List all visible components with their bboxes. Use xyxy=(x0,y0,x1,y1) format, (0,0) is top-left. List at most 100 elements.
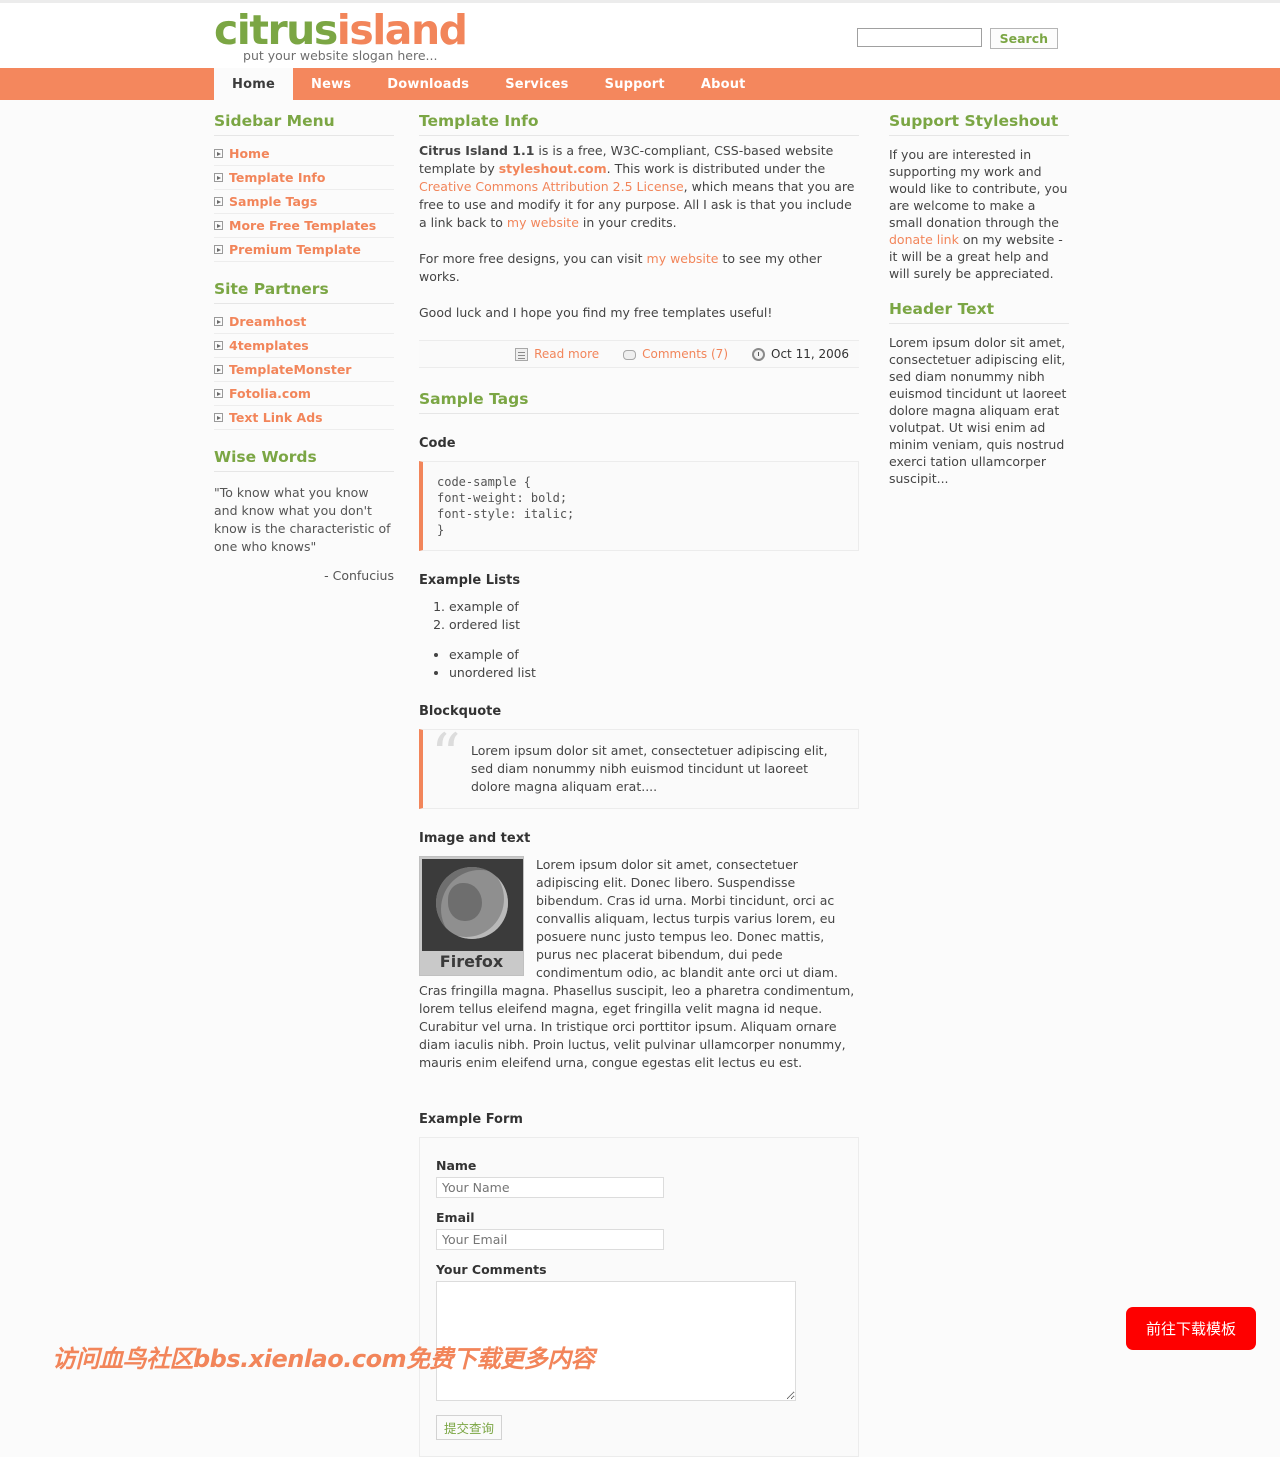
sidebar-item-sample-tags[interactable]: Sample Tags xyxy=(214,190,394,214)
comments-label: Your Comments xyxy=(436,1262,547,1277)
ordered-list: example of ordered list xyxy=(437,598,859,634)
search-input[interactable] xyxy=(856,28,982,47)
intro-text-4: in your credits. xyxy=(578,215,677,230)
site-partners-list: Dreamhost 4templates TemplateMonster Fot… xyxy=(214,310,394,430)
example-lists-heading: Example Lists xyxy=(419,573,521,588)
my-website-link-2[interactable]: my website xyxy=(647,251,719,266)
read-more-link[interactable]: Read more xyxy=(534,347,599,361)
partner-item-templatemonster[interactable]: TemplateMonster xyxy=(214,358,394,382)
styleshout-link[interactable]: styleshout.com xyxy=(499,161,607,176)
comment-bubble-icon xyxy=(623,350,637,360)
arrow-square-icon xyxy=(214,317,223,326)
intro-text-2: . This work is distributed under the xyxy=(606,161,826,176)
my-website-link[interactable]: my website xyxy=(507,215,579,230)
list-item: unordered list xyxy=(449,664,859,682)
site-header: citrusisland put your website slogan her… xyxy=(0,0,1280,68)
example-form-heading: Example Form xyxy=(419,1112,523,1127)
support-text-1: If you are interested in supporting my w… xyxy=(889,147,1068,230)
right-sidebar: Support Styleshout If you are interested… xyxy=(889,100,1069,505)
sidebar-item-label[interactable]: More Free Templates xyxy=(229,218,376,233)
code-sample-block: code-sample { font-weight: bold; font-st… xyxy=(419,461,859,551)
read-more-item[interactable]: Read more xyxy=(515,347,599,361)
logo-text-citrus: citrus xyxy=(214,6,338,54)
wise-words-quote: "To know what you know and know what you… xyxy=(214,485,391,554)
nav-item-about[interactable]: About xyxy=(683,68,764,100)
intro-paragraph: Citrus Island 1.1 is is a free, W3C-comp… xyxy=(419,142,859,232)
nav-item-support[interactable]: Support xyxy=(587,68,683,100)
support-paragraph: If you are interested in supporting my w… xyxy=(889,146,1069,282)
nav-item-home[interactable]: Home xyxy=(214,68,293,100)
arrow-square-icon xyxy=(214,149,223,158)
nav-item-news[interactable]: News xyxy=(293,68,369,100)
partner-item-label[interactable]: Fotolia.com xyxy=(229,386,311,401)
sidebar-item-home[interactable]: Home xyxy=(214,142,394,166)
arrow-square-icon xyxy=(214,245,223,254)
sidebar-menu-title: Sidebar Menu xyxy=(214,112,394,136)
logo-text-island: island xyxy=(336,6,468,54)
arrow-square-icon xyxy=(214,413,223,422)
arrow-square-icon xyxy=(214,365,223,374)
header-text-paragraph: Lorem ipsum dolor sit amet, consectetuer… xyxy=(889,335,1067,486)
main-content: Template Info Citrus Island 1.1 is is a … xyxy=(419,100,859,1457)
download-template-button[interactable]: 前往下载模板 xyxy=(1125,1307,1256,1350)
code-heading: Code xyxy=(419,436,456,451)
sidebar-item-label[interactable]: Sample Tags xyxy=(229,194,317,209)
partner-item-fotolia[interactable]: Fotolia.com xyxy=(214,382,394,406)
date-item: Oct 11, 2006 xyxy=(752,347,849,361)
name-label: Name xyxy=(436,1158,477,1173)
example-form: Name Email Your Comments 提交查询 xyxy=(419,1137,859,1457)
donate-link[interactable]: donate link xyxy=(889,232,959,247)
site-slogan: put your website slogan here... xyxy=(243,48,438,63)
submit-button[interactable]: 提交查询 xyxy=(436,1415,503,1440)
third-paragraph: Good luck and I hope you find my free te… xyxy=(419,305,773,320)
partner-item-text-link-ads[interactable]: Text Link Ads xyxy=(214,406,394,430)
post-date: Oct 11, 2006 xyxy=(771,347,849,361)
search-button[interactable]: Search xyxy=(989,28,1058,49)
partner-item-label[interactable]: TemplateMonster xyxy=(229,362,351,377)
site-watermark: 访问血鸟社区bbs.xienlao.com免费下载更多内容 xyxy=(52,1345,595,1373)
firefox-logo-image: Firefox xyxy=(419,856,524,976)
left-sidebar: Sidebar Menu Home Template Info Sample T… xyxy=(214,100,394,596)
sidebar-item-label[interactable]: Template Info xyxy=(229,170,325,185)
unordered-list: example of unordered list xyxy=(437,646,859,682)
firefox-image-label: Firefox xyxy=(439,952,504,971)
name-input[interactable] xyxy=(436,1177,664,1198)
sidebar-item-label[interactable]: Premium Template xyxy=(229,242,361,257)
sidebar-item-label[interactable]: Home xyxy=(229,146,270,161)
arrow-square-icon xyxy=(214,389,223,398)
email-input[interactable] xyxy=(436,1229,664,1250)
sidebar-item-more-free-templates[interactable]: More Free Templates xyxy=(214,214,394,238)
main-navigation: Home News Downloads Services Support Abo… xyxy=(0,68,1280,100)
sidebar-item-premium-template[interactable]: Premium Template xyxy=(214,238,394,262)
arrow-square-icon xyxy=(214,173,223,182)
header-text-title: Header Text xyxy=(889,300,1069,324)
partner-item-4templates[interactable]: 4templates xyxy=(214,334,394,358)
template-name: Citrus Island 1.1 xyxy=(419,143,535,158)
arrow-square-icon xyxy=(214,221,223,230)
comments-link[interactable]: Comments (7) xyxy=(642,347,728,361)
support-styleshout-title: Support Styleshout xyxy=(889,112,1069,136)
partner-item-label[interactable]: 4templates xyxy=(229,338,309,353)
blockquote-block: Lorem ipsum dolor sit amet, consectetuer… xyxy=(419,726,859,809)
partner-item-label[interactable]: Text Link Ads xyxy=(229,410,323,425)
sidebar-item-template-info[interactable]: Template Info xyxy=(214,166,394,190)
comments-item[interactable]: Comments (7) xyxy=(623,347,728,361)
nav-item-services[interactable]: Services xyxy=(487,68,586,100)
arrow-square-icon xyxy=(214,341,223,350)
list-item: ordered list xyxy=(449,616,859,634)
post-meta: Read more Comments (7) Oct 11, 2006 xyxy=(419,340,859,368)
sidebar-menu-list: Home Template Info Sample Tags More Free… xyxy=(214,142,394,262)
partner-item-dreamhost[interactable]: Dreamhost xyxy=(214,310,394,334)
firefox-globe-icon xyxy=(436,867,508,939)
partner-item-label[interactable]: Dreamhost xyxy=(229,314,306,329)
site-logo[interactable]: citrusisland put your website slogan her… xyxy=(214,6,468,63)
clock-icon xyxy=(752,347,765,361)
page-wrapper: Sidebar Menu Home Template Info Sample T… xyxy=(0,100,1280,1457)
license-link[interactable]: Creative Commons Attribution 2.5 License xyxy=(419,179,684,194)
logo-text: citrusisland xyxy=(214,6,468,54)
wise-words-author: - Confucius xyxy=(324,568,394,583)
nav-item-downloads[interactable]: Downloads xyxy=(369,68,487,100)
second-text-1: For more free designs, you can visit xyxy=(419,251,647,266)
list-item: example of xyxy=(449,598,859,616)
page-icon xyxy=(515,347,529,361)
